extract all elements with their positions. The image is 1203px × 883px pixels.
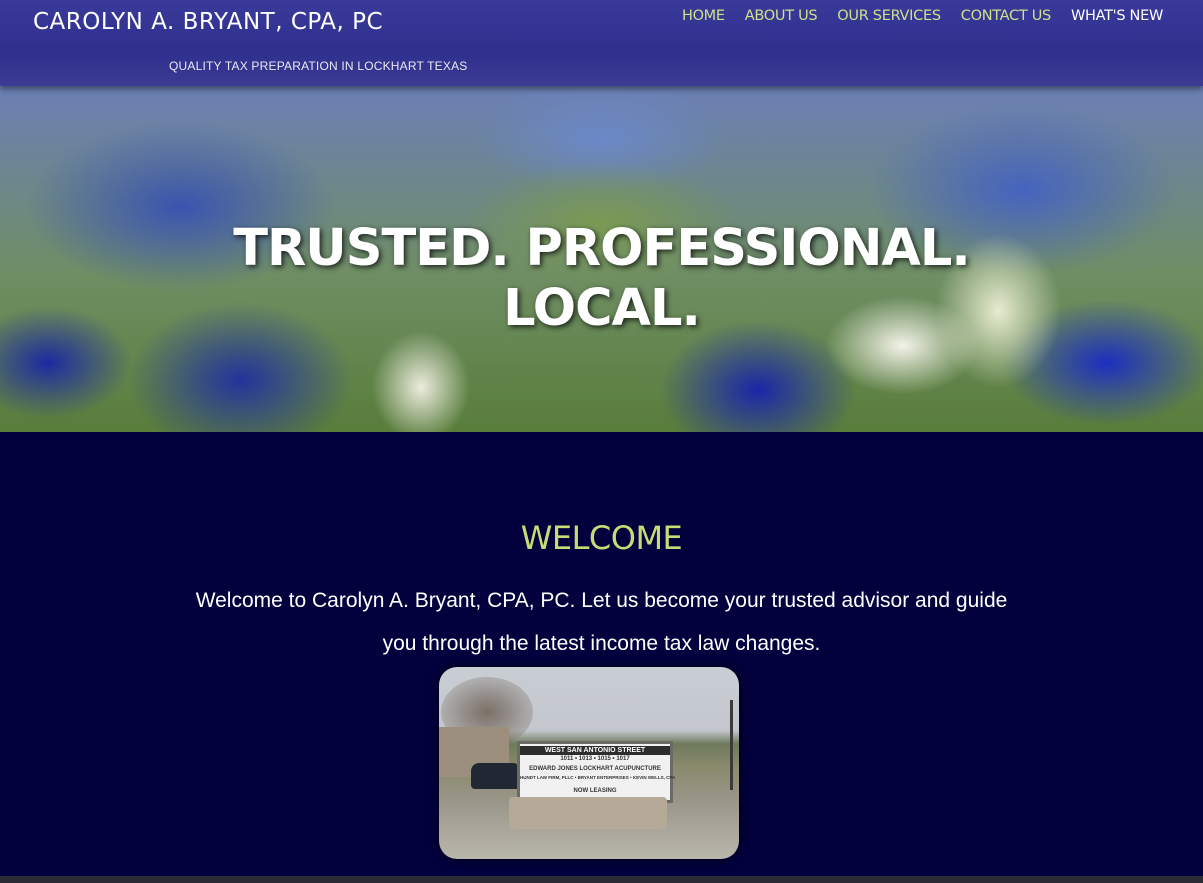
welcome-text-line-1: Welcome to Carolyn A. Bryant, CPA, PC. L… (195, 589, 1008, 612)
photo-sign-base (509, 797, 667, 829)
nav-home[interactable]: HOME (682, 8, 725, 24)
sign-leasing: NOW LEASING (573, 788, 617, 794)
photo-car (471, 763, 521, 789)
site-brand[interactable]: CAROLYN A. BRYANT, CPA, PC (33, 9, 383, 35)
photo-pole (730, 700, 733, 790)
main-nav: HOME ABOUT US OUR SERVICES CONTACT US WH… (682, 8, 1163, 24)
welcome-text-line-2: you through the latest income tax law ch… (382, 632, 821, 655)
hero-banner: TRUSTED. PROFESSIONAL. LOCAL. (0, 86, 1203, 432)
welcome-title: WELCOME (520, 519, 683, 557)
footer-bar (0, 876, 1203, 883)
sign-tenants-2: HUNDT LAW FIRM, PLLC • BRYANT ENTERPRISE… (520, 775, 676, 780)
site-header: CAROLYN A. BRYANT, CPA, PC QUALITY TAX P… (0, 0, 1203, 86)
nav-contact-us[interactable]: CONTACT US (961, 8, 1052, 24)
sign-header: WEST SAN ANTONIO STREET (520, 746, 670, 755)
sign-numbers: 1011 • 1013 • 1015 • 1017 (560, 756, 630, 762)
nav-about-us[interactable]: ABOUT US (745, 8, 818, 24)
office-sign-photo: WEST SAN ANTONIO STREET 1011 • 1013 • 10… (439, 667, 739, 859)
nav-whats-new[interactable]: WHAT'S NEW (1071, 8, 1163, 24)
photo-sign: WEST SAN ANTONIO STREET 1011 • 1013 • 10… (517, 741, 676, 803)
sign-tenants-1: EDWARD JONES LOCKHART ACUPUNCTURE (529, 766, 661, 772)
hero-headline-line-2: LOCAL. (503, 279, 701, 338)
nav-our-services[interactable]: OUR SERVICES (837, 8, 941, 24)
hero-headline-line-1: TRUSTED. PROFESSIONAL. (233, 219, 971, 278)
site-tagline: QUALITY TAX PREPARATION IN LOCKHART TEXA… (169, 59, 468, 73)
